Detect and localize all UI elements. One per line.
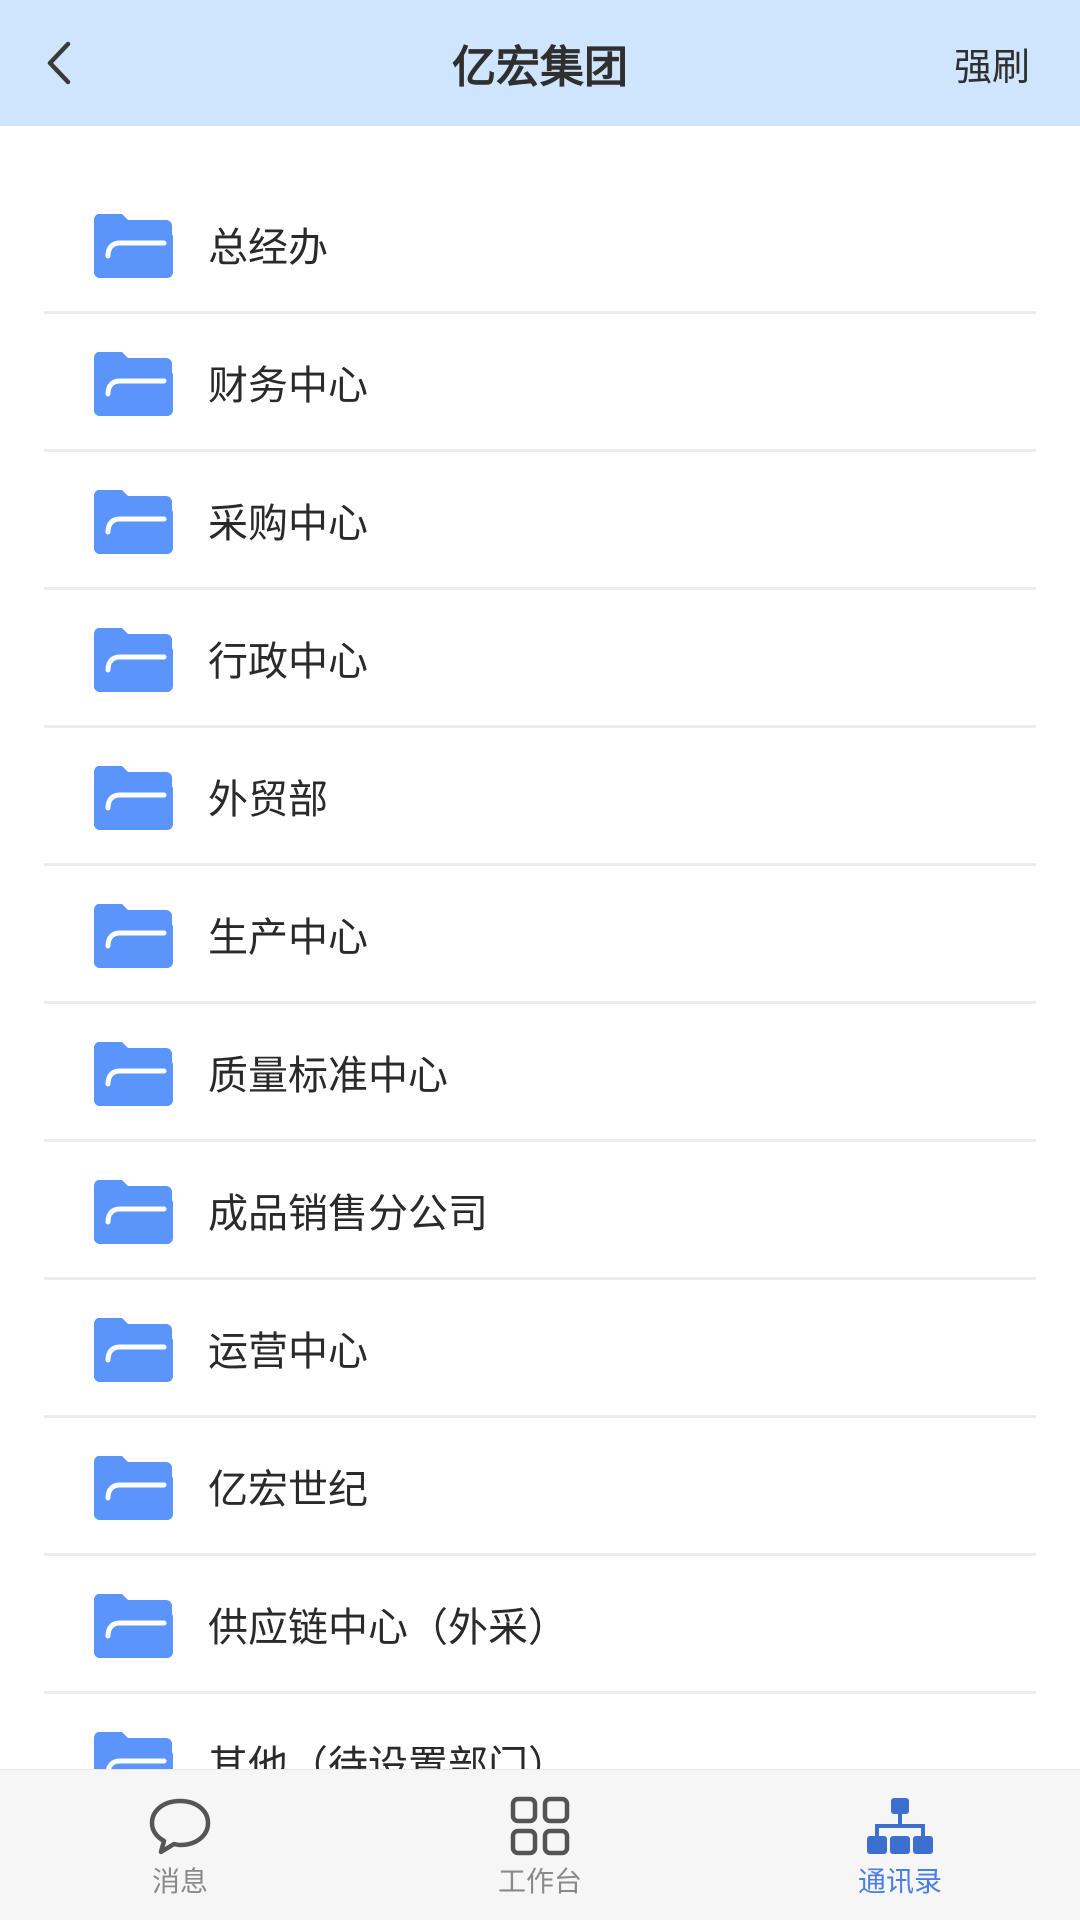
department-item[interactable]: 亿宏世纪: [44, 1418, 1036, 1556]
department-item[interactable]: 行政中心: [44, 590, 1036, 728]
department-item[interactable]: 总经办: [44, 176, 1036, 314]
contacts-screen: 亿宏集团 强刷 总经办 财务中心 采购中心 行政中心 外贸部 生产中心 质量标准…: [0, 0, 1080, 1920]
bottom-tab-bar: 消息 工作台 通讯录: [0, 1769, 1080, 1920]
folder-icon: [93, 1594, 173, 1658]
department-label: 供应链中心（外采）: [208, 1605, 568, 1651]
folder-icon: [93, 1180, 173, 1244]
department-label: 财务中心: [208, 363, 368, 409]
folder-icon: [93, 1318, 173, 1382]
force-refresh-button[interactable]: 强刷: [954, 0, 1030, 126]
department-label: 质量标准中心: [208, 1053, 448, 1099]
department-item[interactable]: 生产中心: [44, 866, 1036, 1004]
department-item[interactable]: 成品销售分公司: [44, 1142, 1036, 1280]
chat-bubble-icon: [145, 1794, 215, 1858]
folder-icon: [93, 214, 173, 278]
department-item[interactable]: 采购中心: [44, 452, 1036, 590]
tab-contacts[interactable]: 通讯录: [720, 1770, 1080, 1920]
tab-label: 消息: [151, 1865, 208, 1898]
department-item[interactable]: 财务中心: [44, 314, 1036, 452]
back-button[interactable]: [20, 23, 100, 103]
tab-label: 工作台: [497, 1865, 582, 1898]
folder-icon: [93, 1732, 173, 1770]
department-label: 其他（待设置部门）: [208, 1743, 568, 1770]
folder-icon: [93, 1042, 173, 1106]
chevron-left-icon: [47, 41, 71, 85]
folder-icon: [93, 904, 173, 968]
top-bar: 亿宏集团 强刷: [0, 0, 1080, 126]
tab-workbench[interactable]: 工作台: [360, 1770, 720, 1920]
department-label: 采购中心: [208, 501, 368, 547]
page-title: 亿宏集团: [452, 42, 628, 93]
department-item[interactable]: 外贸部: [44, 728, 1036, 866]
department-label: 成品销售分公司: [208, 1191, 488, 1237]
folder-icon: [93, 628, 173, 692]
department-label: 外贸部: [208, 777, 328, 823]
department-label: 生产中心: [208, 915, 368, 961]
department-item[interactable]: 质量标准中心: [44, 1004, 1036, 1142]
department-label: 行政中心: [208, 639, 368, 685]
department-item[interactable]: 供应链中心（外采）: [44, 1556, 1036, 1694]
org-chart-icon: [865, 1794, 935, 1858]
tab-label: 通讯录: [857, 1865, 942, 1898]
tab-messages[interactable]: 消息: [0, 1770, 360, 1920]
department-item[interactable]: 运营中心: [44, 1280, 1036, 1418]
department-label: 运营中心: [208, 1329, 368, 1375]
folder-icon: [93, 352, 173, 416]
department-label: 总经办: [208, 225, 328, 271]
folder-icon: [93, 766, 173, 830]
department-item[interactable]: 其他（待设置部门）: [44, 1694, 1036, 1770]
department-label: 亿宏世纪: [208, 1467, 368, 1513]
grid-icon: [505, 1794, 575, 1858]
folder-icon: [93, 490, 173, 554]
department-list[interactable]: 总经办 财务中心 采购中心 行政中心 外贸部 生产中心 质量标准中心 成品销售分…: [0, 126, 1080, 1770]
folder-icon: [93, 1456, 173, 1520]
